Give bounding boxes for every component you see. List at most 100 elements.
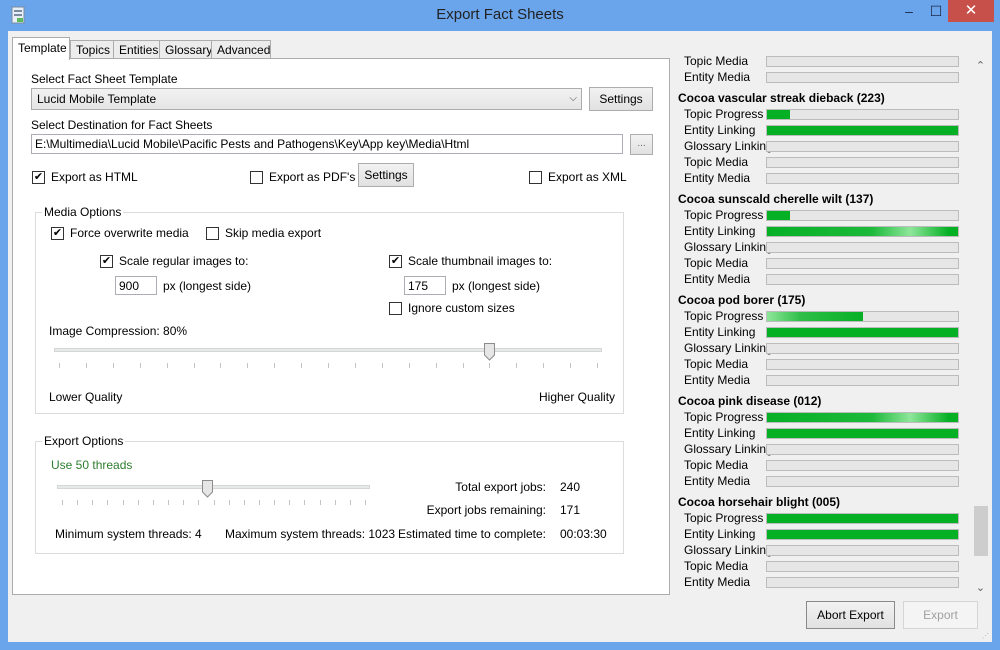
threads-slider-ticks (57, 500, 370, 506)
slider-tick (220, 363, 221, 368)
compression-slider[interactable] (54, 343, 602, 368)
slider-tick (183, 500, 184, 505)
pdf-settings-button[interactable]: Settings (358, 163, 414, 187)
scroll-up-icon[interactable]: ⌃ (972, 59, 989, 76)
export-button[interactable]: Export (903, 601, 978, 629)
progress-bar (766, 412, 959, 423)
slider-tick (123, 500, 124, 505)
slider-tick (335, 500, 336, 505)
progress-bar (766, 561, 959, 572)
slider-tick (167, 363, 168, 368)
min-threads-label: Minimum system threads: 4 (55, 527, 202, 541)
abort-export-button[interactable]: Abort Export (806, 601, 895, 629)
scroll-down-icon[interactable]: ⌄ (972, 581, 989, 598)
tab-glossary[interactable]: Glossary (159, 40, 212, 60)
destination-label: Select Destination for Fact Sheets (31, 118, 213, 132)
total-jobs-label: Total export jobs: (455, 480, 546, 494)
slider-tick (140, 363, 141, 368)
progress-item-title: Cocoa pink disease (012) (678, 394, 822, 408)
slider-tick (168, 500, 169, 505)
slider-tick (382, 363, 383, 368)
progress-bar-fill (767, 328, 958, 337)
maximize-button[interactable]: ☐ (922, 0, 950, 22)
slider-tick (77, 500, 78, 505)
progress-item-title: Cocoa sunscald cherelle wilt (137) (678, 192, 874, 206)
compression-slider-ticks (54, 363, 602, 369)
progress-label: Entity Media (684, 575, 751, 589)
tab-entities[interactable]: Entities (113, 40, 160, 60)
lower-quality-label: Lower Quality (49, 390, 123, 404)
close-button[interactable]: ✕ (948, 0, 994, 22)
progress-label: Topic Media (684, 357, 749, 371)
destination-path-input[interactable]: E:\Multimedia\Lucid Mobile\Pacific Pests… (31, 134, 623, 154)
slider-tick (259, 500, 260, 505)
scale-thumbnail-checkbox[interactable]: ✔ (389, 255, 402, 268)
progress-bar (766, 157, 959, 168)
title-bar[interactable]: Export Fact Sheets ‒ ☐ ✕ (0, 0, 1000, 31)
progress-bar (766, 226, 959, 237)
scrollbar-thumb[interactable] (974, 506, 988, 556)
progress-label: Topic Media (684, 458, 749, 472)
export-html-checkbox[interactable]: ✔ (32, 171, 45, 184)
scale-regular-checkbox[interactable]: ✔ (100, 255, 113, 268)
progress-bar (766, 529, 959, 540)
slider-tick (350, 500, 351, 505)
tab-advanced[interactable]: Advanced (211, 40, 271, 60)
slider-tick (194, 363, 195, 368)
thumbnail-size-unit: px (longest side) (452, 279, 541, 293)
progress-bar (766, 274, 959, 285)
progress-label: Topic Media (684, 54, 749, 68)
template-tab-panel: Select Fact Sheet Template Lucid Mobile … (12, 58, 670, 595)
export-pdf-checkbox[interactable] (250, 171, 263, 184)
eta-value: 00:03:30 (560, 527, 607, 541)
media-options-title: Media Options (42, 205, 124, 219)
regular-size-input[interactable]: 900 (115, 276, 157, 295)
export-xml-checkbox[interactable] (529, 171, 542, 184)
threads-slider[interactable] (57, 480, 370, 505)
browse-button[interactable]: ... (630, 134, 653, 155)
progress-item-title: Cocoa horsehair blight (005) (678, 495, 841, 509)
progress-label: Entity Linking (684, 123, 756, 137)
slider-tick (409, 363, 410, 368)
progress-bar (766, 343, 959, 354)
progress-bar (766, 327, 959, 338)
higher-quality-label: Higher Quality (539, 390, 616, 404)
template-select-label: Select Fact Sheet Template (31, 72, 178, 86)
thumbnail-size-input[interactable]: 175 (404, 276, 446, 295)
compression-slider-track (54, 348, 602, 352)
compression-label: Image Compression: 80% (49, 324, 188, 338)
progress-label: Topic Progress (684, 309, 764, 323)
template-combobox[interactable]: Lucid Mobile Template ⌵ (31, 88, 582, 110)
progress-scrollbar[interactable]: ⌃ ⌄ (972, 51, 989, 598)
ignore-custom-label: Ignore custom sizes (408, 301, 515, 315)
force-overwrite-checkbox[interactable]: ✔ (51, 227, 64, 240)
threads-slider-thumb[interactable] (202, 480, 213, 498)
checkmark-icon: ✔ (52, 227, 63, 239)
slider-tick (597, 363, 598, 368)
max-threads-label: Maximum system threads: 1023 (225, 527, 396, 541)
client-area: Template Topics Entities Glossary Advanc… (8, 31, 992, 642)
progress-bar (766, 513, 959, 524)
ignore-custom-checkbox[interactable] (389, 302, 402, 315)
checkmark-icon: ✔ (390, 255, 401, 267)
jobs-remaining-value: 171 (560, 503, 581, 517)
minimize-button[interactable]: ‒ (895, 0, 923, 22)
compression-slider-thumb[interactable] (484, 343, 495, 361)
slider-tick (274, 500, 275, 505)
progress-bar (766, 577, 959, 588)
slider-tick (516, 363, 517, 368)
checkmark-icon: ✔ (33, 171, 44, 183)
tab-template[interactable]: Template (12, 37, 70, 60)
slider-tick (153, 500, 154, 505)
template-settings-button[interactable]: Settings (589, 87, 653, 111)
progress-label: Topic Media (684, 256, 749, 270)
progress-bar-fill (767, 413, 958, 422)
skip-media-checkbox[interactable] (206, 227, 219, 240)
resize-grip-icon[interactable]: ⋰ (982, 632, 990, 640)
slider-tick (198, 500, 199, 505)
tab-topics[interactable]: Topics (70, 40, 114, 60)
progress-label: Entity Linking (684, 325, 756, 339)
checkmark-icon: ✔ (101, 255, 112, 267)
progress-bar (766, 109, 959, 120)
slider-tick (570, 363, 571, 368)
